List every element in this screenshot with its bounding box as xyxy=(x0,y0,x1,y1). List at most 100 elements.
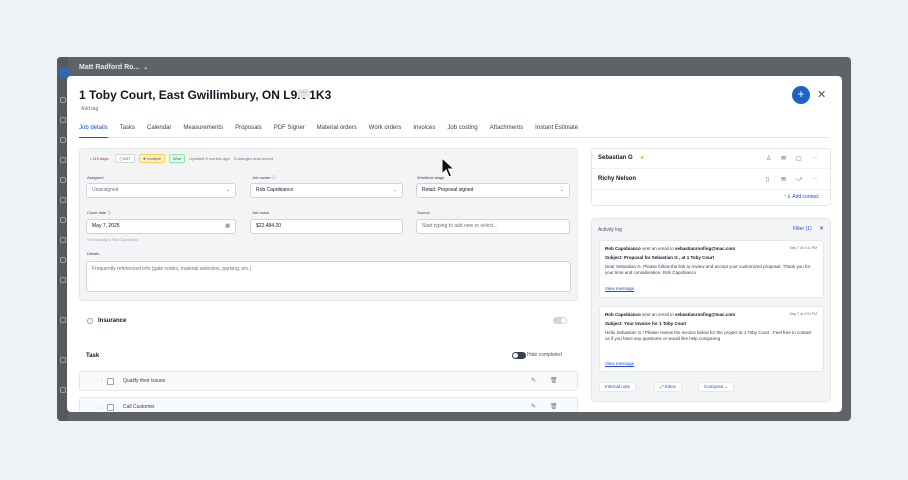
details-textarea[interactable]: Frequently referenced info (gate codes, … xyxy=(86,261,571,292)
task-section-title: Task xyxy=(86,353,100,359)
link-icon[interactable]: ⤻ xyxy=(796,176,802,183)
add-tag-link[interactable]: Add tag xyxy=(81,106,98,112)
autosave-text: 0 changes auto-saved xyxy=(233,156,274,161)
chevron-down-icon: ⌄ xyxy=(559,187,564,193)
task-label: Call Customer xyxy=(123,404,155,410)
tab-job-details[interactable]: Job details xyxy=(79,122,108,138)
star-icon: ★ xyxy=(640,155,645,161)
close-date-hint: Set manually to Rob Capobianco xyxy=(87,238,139,242)
workflow-stage-select[interactable]: Retail: Proposal signed ⌄ xyxy=(416,183,570,198)
close-date-label: Close date ⓘ xyxy=(87,210,112,215)
rail-nav-icon[interactable] xyxy=(60,117,66,123)
rail-nav-icon[interactable] xyxy=(60,277,66,283)
tab-pdf-signer[interactable]: PDF Signer xyxy=(274,122,305,138)
contact-name[interactable]: Sebastian G xyxy=(598,155,633,161)
job-details-modal: 1 Toby Court, East Gwillimbury, ON L9N 1… xyxy=(67,76,842,412)
tab-attachments[interactable]: Attachments xyxy=(490,122,523,138)
trash-icon[interactable]: 🗑 xyxy=(550,377,558,384)
rail-nav-icon[interactable] xyxy=(60,137,66,143)
contact-name[interactable]: Richy Nelson xyxy=(598,176,636,182)
view-message-link[interactable]: View message xyxy=(605,286,634,291)
source-input[interactable]: Start typing to add new or select... xyxy=(416,219,570,234)
rail-nav-icon[interactable] xyxy=(60,257,66,263)
tab-material-orders[interactable]: Material orders xyxy=(317,122,357,138)
tab-invoices[interactable]: Invoices xyxy=(413,122,435,138)
view-message-link[interactable]: View message xyxy=(605,361,634,366)
activity-log-panel: Activity log Filter (1) ✕ Rob Capobianco… xyxy=(591,218,831,402)
source-label: Source xyxy=(417,210,430,215)
tab-bar: Job details Tasks Calendar Measurements … xyxy=(79,122,830,138)
app-account-title[interactable]: Matt Radford Ro... ⌄ xyxy=(79,64,148,71)
tab-work-orders[interactable]: Work orders xyxy=(369,122,402,138)
person-icon[interactable]: ♙ xyxy=(766,155,771,162)
more-icon[interactable]: ··· xyxy=(812,176,818,182)
close-icon[interactable]: ✕ xyxy=(819,225,824,232)
close-date-field[interactable]: May 7, 2025 ▦ xyxy=(86,219,236,234)
task-row[interactable]: ⋮⋮ Qualify their issues ✎ 🗑 xyxy=(79,371,578,391)
rail-nav-icon[interactable] xyxy=(60,157,66,163)
more-options-button[interactable]: ··· xyxy=(297,89,310,98)
assigned-select[interactable]: Unassigned ⌄ xyxy=(86,183,236,198)
activity-email-item[interactable]: Rob Capobianco sent an email to sebastia… xyxy=(599,306,824,372)
edit-icon[interactable]: ✎ xyxy=(531,377,536,384)
internal-note-button[interactable]: Internal note xyxy=(599,382,637,392)
rail-nav-icon[interactable] xyxy=(60,177,66,183)
rail-nav-icon[interactable] xyxy=(60,197,66,203)
updated-text: Updated 5 months ago xyxy=(189,156,230,161)
tab-calendar[interactable]: Calendar xyxy=(147,122,171,138)
email-preview: Hello Sebastian G ! Please review the in… xyxy=(605,330,812,341)
mail-icon[interactable]: ✉ xyxy=(781,155,786,162)
rail-nav-icon[interactable] xyxy=(60,317,66,323)
job-meta-row: • 119 days ▯ 0/37 ★ Multiple Won Updated… xyxy=(87,154,273,163)
status-badge[interactable]: Won xyxy=(169,154,186,163)
email-timestamp: May 7 at 4:03 PM xyxy=(789,312,817,316)
mail-icon[interactable]: ✉ xyxy=(781,176,786,183)
priority-badge[interactable]: ★ Multiple xyxy=(138,154,166,163)
email-from: Rob Capobianco sent an email to sebastia… xyxy=(605,312,736,317)
activity-email-item[interactable]: Rob Capobianco sent an email to sebastia… xyxy=(599,240,824,298)
rail-nav-icon[interactable] xyxy=(60,387,66,393)
tab-instant-estimate[interactable]: Instant Estimate xyxy=(535,122,578,138)
task-count-badge[interactable]: ▯ 0/37 xyxy=(115,154,135,163)
task-row[interactable]: ⋮⋮ Call Customer ✎ 🗑 xyxy=(79,397,578,412)
task-label: Qualify their issues xyxy=(123,378,166,384)
job-owner-select[interactable]: Rob Capobianco ⌄ xyxy=(250,183,403,198)
add-button[interactable]: + xyxy=(792,86,810,104)
insurance-toggle[interactable] xyxy=(553,317,567,324)
contact-row[interactable]: Sebastian G ★ ♙ ✉ ▢ ··· xyxy=(592,149,830,169)
more-icon[interactable]: ··· xyxy=(812,155,818,161)
calendar-icon: ▦ xyxy=(225,223,230,229)
details-label: Details xyxy=(87,251,100,256)
tab-proposals[interactable]: Proposals xyxy=(235,122,262,138)
rail-nav-icon[interactable] xyxy=(60,237,66,243)
email-preview: Dear Sebastian G, Please follow the link… xyxy=(605,264,811,275)
page-title: 1 Toby Court, East Gwillimbury, ON L9N 1… xyxy=(79,88,332,102)
task-checkbox[interactable] xyxy=(107,404,114,411)
email-subject: Subject: Proposal for Sebastian G , at 1… xyxy=(605,255,715,260)
insurance-section[interactable]: Insurance xyxy=(79,314,578,328)
close-icon[interactable]: ✕ xyxy=(817,88,826,101)
add-contact-button[interactable]: ⁺♙ Add contact xyxy=(784,194,819,200)
insurance-label: Insurance xyxy=(98,318,127,324)
rail-nav-icon[interactable] xyxy=(60,97,66,103)
tab-tasks[interactable]: Tasks xyxy=(120,122,135,138)
tab-measurements[interactable]: Measurements xyxy=(183,122,223,138)
phone-icon[interactable]: ▯ xyxy=(766,176,769,183)
drag-handle-icon[interactable]: ⋮⋮ xyxy=(95,404,104,410)
tab-job-costing[interactable]: Job costing xyxy=(447,122,477,138)
task-checkbox[interactable] xyxy=(107,378,114,385)
inbox-button[interactable]: ⤢ Inbox xyxy=(654,382,682,392)
drag-handle-icon[interactable]: ⋮⋮ xyxy=(95,378,104,384)
edit-icon[interactable]: ✎ xyxy=(531,403,536,410)
hide-completed-toggle[interactable] xyxy=(512,352,526,359)
trash-icon[interactable]: 🗑 xyxy=(550,403,558,410)
contact-row[interactable]: Richy Nelson ▯ ✉ ⤻ ··· xyxy=(592,170,830,190)
compose-button[interactable]: Compose ⌄ xyxy=(698,382,735,392)
rail-nav-icon[interactable] xyxy=(60,217,66,223)
chat-icon[interactable]: ▢ xyxy=(796,155,802,162)
contacts-panel: Sebastian G ★ ♙ ✉ ▢ ··· Richy Nelson ▯ ✉… xyxy=(591,148,831,206)
job-value-input[interactable]: $22,484.20 xyxy=(250,219,403,234)
filter-button[interactable]: Filter (1) xyxy=(793,226,812,232)
rail-nav-icon[interactable] xyxy=(60,357,66,363)
email-timestamp: May 7 at 4:41 PM xyxy=(789,246,817,250)
